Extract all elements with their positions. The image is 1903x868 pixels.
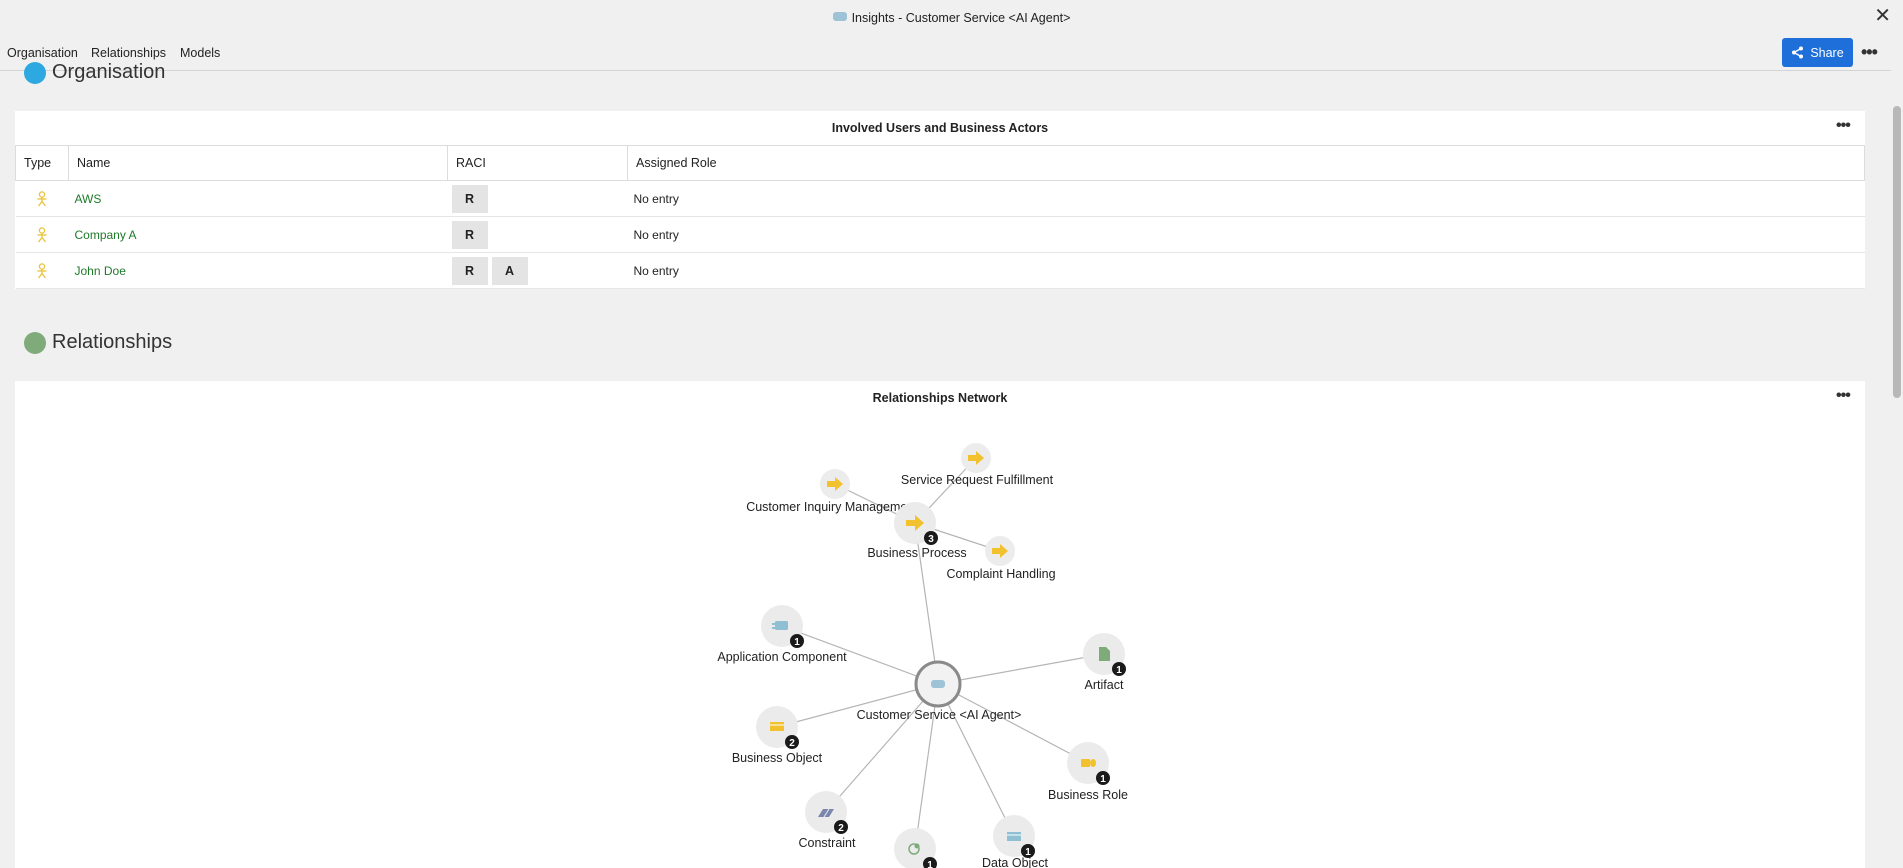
application-service-icon xyxy=(931,680,945,688)
business-role-icon xyxy=(1081,759,1090,767)
table-row[interactable]: Company A R No entry xyxy=(15,216,1865,253)
scrollbar-thumb[interactable] xyxy=(1893,106,1901,398)
count-badge-text: 1 xyxy=(927,860,933,868)
process-node-customer-inquiry-management[interactable]: Customer Inquiry Management xyxy=(746,469,918,514)
name-cell: AWS xyxy=(68,180,448,217)
window-title: Insights - Customer Service <AI Agent> xyxy=(0,11,1903,25)
edge-center-artifact xyxy=(937,653,1105,685)
count-badge-text: 2 xyxy=(789,738,795,749)
node-label-service-request-fulfillment: Service Request Fulfillment xyxy=(901,473,1054,487)
node-label-business-process: Business Process xyxy=(867,546,966,560)
actor-name-link[interactable]: John Doe xyxy=(75,264,126,278)
business-object-icon xyxy=(770,722,784,731)
group-node-goal[interactable]: 1 xyxy=(894,828,937,868)
node-label-business-object: Business Object xyxy=(732,751,823,765)
share-icon xyxy=(1792,46,1804,59)
group-node-data-object[interactable]: 1 Data Object xyxy=(982,815,1049,868)
count-badge-text: 1 xyxy=(1116,665,1122,676)
group-node-business-object[interactable]: 2 Business Object xyxy=(732,706,823,765)
node-label-data-object: Data Object xyxy=(982,856,1049,868)
count-badge-text: 1 xyxy=(1100,774,1106,785)
involved-users-title: Involved Users and Business Actors xyxy=(831,121,1049,135)
type-cell xyxy=(15,252,69,289)
raci-cell: R xyxy=(447,216,628,253)
panel-more-icon[interactable]: ••• xyxy=(1836,117,1851,135)
raci-badge: R xyxy=(451,220,488,249)
actor-name-link[interactable]: AWS xyxy=(75,192,102,206)
edge-center-role xyxy=(937,683,1089,764)
relationships-network-graph[interactable]: Service Request Fulfillment Customer Inq… xyxy=(15,381,1865,868)
raci-badge: R xyxy=(451,256,488,285)
center-node-label: Customer Service <AI Agent> xyxy=(857,708,1022,722)
column-header-name[interactable]: Name xyxy=(68,145,448,181)
node-label-application-component: Application Component xyxy=(717,650,847,664)
title-bar: Insights - Customer Service <AI Agent> ✕ xyxy=(0,0,1903,36)
node-label-constraint: Constraint xyxy=(799,836,856,850)
type-cell xyxy=(15,216,69,253)
group-node-business-role[interactable]: 1 Business Role xyxy=(1048,742,1128,802)
table-row[interactable]: John Doe R A No entry xyxy=(15,252,1865,289)
raci-badge: R xyxy=(451,184,488,213)
column-header-assigned-role[interactable]: Assigned Role xyxy=(627,145,1865,181)
tab-organisation[interactable]: Organisation xyxy=(7,46,78,60)
top-nav: Organisation Relationships Models Share … xyxy=(0,36,1903,71)
relationships-section-dot xyxy=(24,332,46,354)
more-options-icon[interactable]: ••• xyxy=(1861,42,1878,63)
raci-cell: R xyxy=(447,180,628,217)
center-node[interactable]: Customer Service <AI Agent> xyxy=(857,660,1022,722)
relationships-heading: Relationships xyxy=(52,331,173,353)
share-label: Share xyxy=(1810,45,1844,60)
raci-badge: A xyxy=(491,256,528,285)
group-node-artifact[interactable]: 1 Artifact xyxy=(1083,633,1126,692)
node-label-complaint-handling: Complaint Handling xyxy=(946,567,1055,581)
involved-users-panel: Involved Users and Business Actors ••• T… xyxy=(15,111,1865,289)
name-cell: Company A xyxy=(68,216,448,253)
assigned-role-cell: No entry xyxy=(627,216,1865,253)
actor-name-link[interactable]: Company A xyxy=(75,228,137,242)
group-node-constraint[interactable]: 2 Constraint xyxy=(799,791,856,850)
assigned-role-cell: No entry xyxy=(627,252,1865,289)
node-label-artifact: Artifact xyxy=(1085,678,1124,692)
app-icon xyxy=(832,12,847,21)
data-object-icon xyxy=(1007,832,1021,841)
name-cell: John Doe xyxy=(68,252,448,289)
edge-center-constraint xyxy=(825,683,939,813)
count-badge-text: 2 xyxy=(838,823,844,834)
business-actor-icon xyxy=(37,190,47,206)
organisation-heading: Organisation xyxy=(52,61,166,83)
organisation-section-dot xyxy=(24,62,46,84)
column-header-type[interactable]: Type xyxy=(15,145,69,181)
relationships-network-panel: Relationships Network ••• Service Reques… xyxy=(15,381,1865,868)
share-button[interactable]: Share xyxy=(1782,38,1853,67)
business-actor-icon xyxy=(37,262,47,278)
count-badge-text: 3 xyxy=(928,534,934,545)
node-label-business-role: Business Role xyxy=(1048,788,1128,802)
column-header-raci[interactable]: RACI xyxy=(447,145,628,181)
close-icon[interactable]: ✕ xyxy=(1874,6,1891,26)
edge-center-dataobj xyxy=(937,683,1015,837)
assigned-role-cell: No entry xyxy=(627,180,1865,217)
node-label-customer-inquiry-management: Customer Inquiry Management xyxy=(746,500,918,514)
raci-cell: RA xyxy=(447,252,628,289)
tab-relationships[interactable]: Relationships xyxy=(91,46,166,60)
business-actor-icon xyxy=(37,226,47,242)
actors-table: Type Name RACI Assigned Role AWS R No entr… xyxy=(15,145,1865,289)
tab-models[interactable]: Models xyxy=(180,46,220,60)
count-badge-text: 1 xyxy=(794,637,800,648)
group-node-application-component[interactable]: 1 Application Component xyxy=(717,605,847,664)
type-cell xyxy=(15,180,69,217)
window-title-text: Insights - Customer Service <AI Agent> xyxy=(851,11,1071,25)
table-row[interactable]: AWS R No entry xyxy=(15,180,1865,217)
process-node-service-request-fulfillment[interactable]: Service Request Fulfillment xyxy=(901,443,1054,487)
